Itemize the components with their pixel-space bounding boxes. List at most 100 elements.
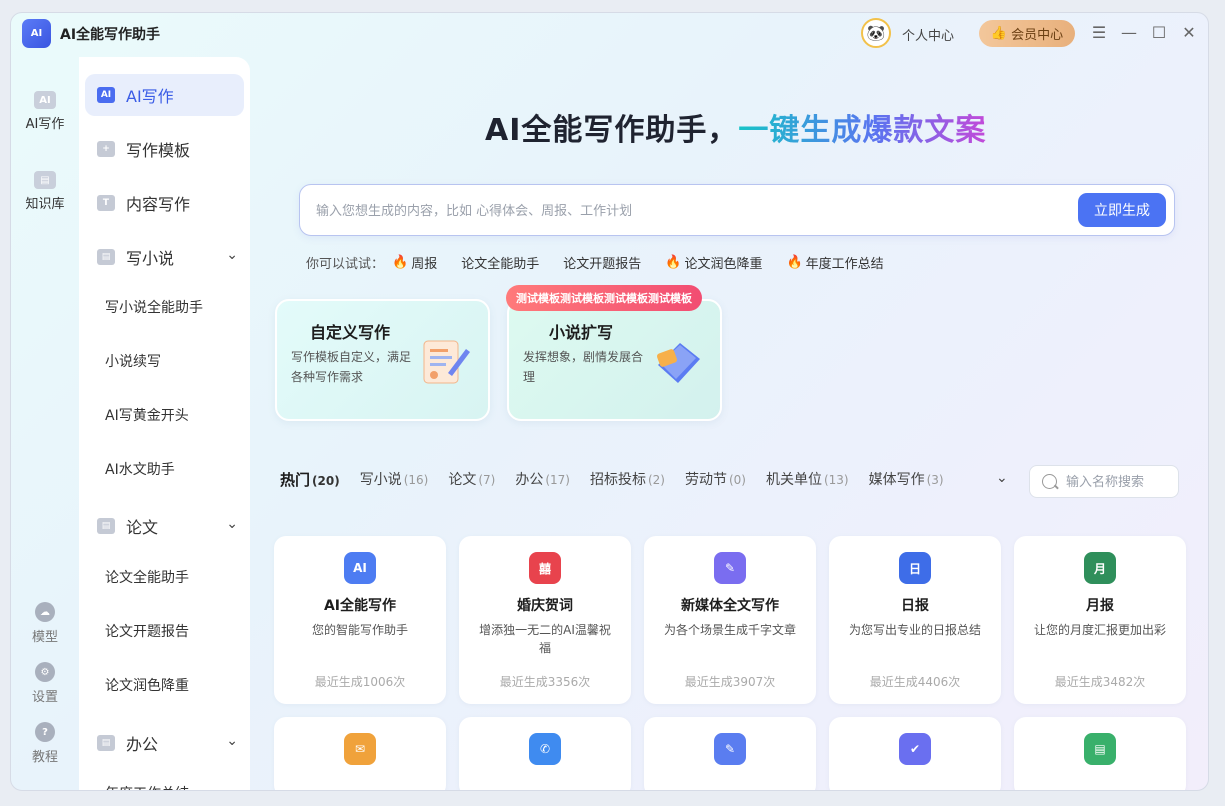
menu-icon[interactable]: ☰: [1090, 23, 1108, 42]
phone-icon: ✆: [529, 733, 561, 765]
nav-item-ai-writing[interactable]: AI AI写作: [85, 74, 244, 116]
personal-center-link[interactable]: 个人中心: [902, 25, 954, 44]
minimize-icon[interactable]: —: [1120, 23, 1138, 42]
template-usage: 最近生成3482次: [1054, 675, 1146, 689]
tab-office[interactable]: 办公 (17): [515, 469, 570, 489]
nav-item-novel[interactable]: ▤ 写小说 ⌄: [85, 236, 244, 278]
template-card[interactable]: ✎: [644, 717, 816, 790]
feature-title: 自定义写作: [310, 323, 391, 342]
template-badge: 测试模板测试模板测试模板测试模板: [506, 285, 702, 311]
template-title: 婚庆贺词: [517, 598, 573, 614]
rail-label: 教程: [31, 750, 58, 765]
nav-sub-paper-assistant[interactable]: 论文全能助手: [105, 567, 189, 587]
help-icon: ?: [35, 722, 55, 742]
nav-item-office[interactable]: ▤ 办公 ⌄: [85, 722, 244, 764]
nav-sub-annual-summary[interactable]: 年度工作总结: [105, 783, 189, 790]
tab-novel[interactable]: 写小说 (16): [360, 469, 429, 489]
nav-item-label: 办公: [126, 735, 159, 754]
suggestion-text: 论文全能助手: [461, 256, 540, 272]
tab-bidding[interactable]: 招标投标 (2): [590, 469, 665, 489]
template-card[interactable]: ▤: [1014, 717, 1186, 790]
fire-icon: 🔥: [786, 254, 803, 270]
nav-sub-paper-polish[interactable]: 论文润色降重: [105, 675, 189, 695]
suggestion-weekly-report[interactable]: 🔥 周报: [392, 253, 437, 272]
suggestion-annual-summary[interactable]: 🔥 年度工作总结: [786, 253, 883, 272]
feature-desc: 发挥想象，剧情发展合理: [523, 350, 644, 384]
template-card-new-media[interactable]: ✎ 新媒体全文写作 为各个场景生成千字文章 最近生成3907次: [644, 536, 816, 704]
rail-item-model[interactable]: ☁ 模型: [11, 602, 79, 645]
tab-media[interactable]: 媒体写作 (3): [869, 469, 944, 489]
notebook-icon: [656, 343, 700, 383]
prompt-input[interactable]: [316, 199, 1056, 223]
nav-item-templates[interactable]: + 写作模板: [85, 128, 244, 170]
hero-title-accent: 一键生成爆款文案: [738, 113, 987, 148]
chevron-down-icon[interactable]: ⌄: [226, 516, 238, 532]
feature-card-custom-writing[interactable]: 自定义写作 写作模板自定义，满足各种写作需求: [275, 299, 490, 421]
app-title: AI全能写作助手: [60, 27, 161, 43]
tab-government[interactable]: 机关单位 (13): [766, 469, 849, 489]
avatar[interactable]: 🐼: [861, 18, 891, 48]
feature-desc: 写作模板自定义，满足各种写作需求: [291, 350, 412, 384]
app-logo-icon: AI: [22, 19, 51, 48]
tab-label: 媒体写作: [868, 472, 925, 488]
nav-item-label: 写小说: [126, 249, 175, 268]
text-icon: T: [97, 195, 115, 211]
pen-icon: ✎: [714, 733, 746, 765]
rail-item-knowledge-base[interactable]: ▤ 知识库: [11, 171, 79, 212]
tab-count: (13): [823, 473, 849, 487]
fire-icon: 🔥: [665, 254, 682, 270]
nav-sub-golden-opening[interactable]: AI写黄金开头: [105, 405, 189, 425]
template-card[interactable]: ✔: [829, 717, 1001, 790]
hero-title: AI全能写作助手，一键生成爆款文案: [485, 105, 986, 149]
tab-label: 办公: [515, 472, 544, 488]
document-pen-icon: [423, 340, 470, 384]
suggestion-paper-proposal[interactable]: 论文开题报告: [563, 253, 641, 272]
template-desc: 让您的月度汇报更加出彩: [1033, 623, 1166, 637]
template-card-wedding[interactable]: 囍 婚庆贺词 增添独一无二的AI温馨祝福 最近生成3356次: [459, 536, 631, 704]
suggestion-paper-polish[interactable]: 🔥 论文润色降重: [665, 253, 762, 272]
template-usage: 最近生成3907次: [684, 675, 776, 689]
tab-count: (17): [545, 473, 570, 487]
template-card-monthly-report[interactable]: 月 月报 让您的月度汇报更加出彩 最近生成3482次: [1014, 536, 1186, 704]
generate-button[interactable]: 立即生成: [1078, 193, 1166, 227]
chevron-down-icon[interactable]: ⌄: [226, 733, 238, 749]
app-window: AI AI全能写作助手 🐼 个人中心 👍 会员中心 ☰ — ☐ ✕ AI AI写…: [10, 12, 1209, 791]
expand-tabs-icon[interactable]: ⌄: [996, 470, 1008, 486]
rail-item-settings[interactable]: ⚙ 设置: [11, 662, 79, 705]
suggestion-label: 你可以试试：: [306, 256, 385, 272]
tab-paper[interactable]: 论文 (7): [448, 469, 495, 489]
chevron-down-icon[interactable]: ⌄: [226, 247, 238, 263]
template-title: 新媒体全文写作: [681, 598, 779, 614]
template-card-daily-report[interactable]: 日 日报 为您写出专业的日报总结 最近生成4406次: [829, 536, 1001, 704]
hero-title-plain: AI全能写作助手，: [485, 113, 739, 148]
member-center-label: 会员中心: [1011, 28, 1064, 43]
ai-doc-icon: AI: [344, 552, 376, 584]
member-center-button[interactable]: 👍 会员中心: [979, 20, 1075, 47]
template-card[interactable]: ✉: [274, 717, 446, 790]
template-card-ai-writing[interactable]: AI AI全能写作 您的智能写作助手 最近生成1006次: [274, 536, 446, 704]
template-search-input[interactable]: [1066, 473, 1172, 491]
tab-count: (0): [728, 473, 746, 487]
nav-item-label: 论文: [126, 518, 159, 537]
suggestion-paper-assistant[interactable]: 论文全能助手: [461, 253, 539, 272]
tab-label: 论文: [448, 472, 477, 488]
feature-title: 小说扩写: [549, 323, 614, 342]
letter-icon: ✉: [344, 733, 376, 765]
nav-sub-novel-assistant[interactable]: 写小说全能助手: [105, 297, 203, 317]
rail-item-ai-writing[interactable]: AI AI写作: [11, 91, 79, 132]
nav-sub-paper-proposal[interactable]: 论文开题报告: [105, 621, 189, 641]
nav-item-content-writing[interactable]: T 内容写作: [85, 182, 244, 224]
rail-item-tutorial[interactable]: ? 教程: [11, 722, 79, 765]
nav-sub-novel-continue[interactable]: 小说续写: [105, 351, 161, 371]
tab-hot[interactable]: 热门 (20): [280, 469, 340, 490]
close-icon[interactable]: ✕: [1180, 23, 1198, 42]
maximize-icon[interactable]: ☐: [1150, 23, 1168, 42]
template-card[interactable]: ✆: [459, 717, 631, 790]
nav-item-paper[interactable]: ▤ 论文 ⌄: [85, 505, 244, 547]
feature-card-novel-expand[interactable]: 小说扩写 发挥想象，剧情发展合理: [507, 299, 722, 421]
tab-labor-day[interactable]: 劳动节 (0): [685, 469, 746, 489]
nav-item-label: AI写作: [126, 87, 174, 106]
wedding-icon: 囍: [529, 552, 561, 584]
nav-sub-filler-assistant[interactable]: AI水文助手: [105, 459, 175, 479]
checklist-icon: ✔: [899, 733, 931, 765]
